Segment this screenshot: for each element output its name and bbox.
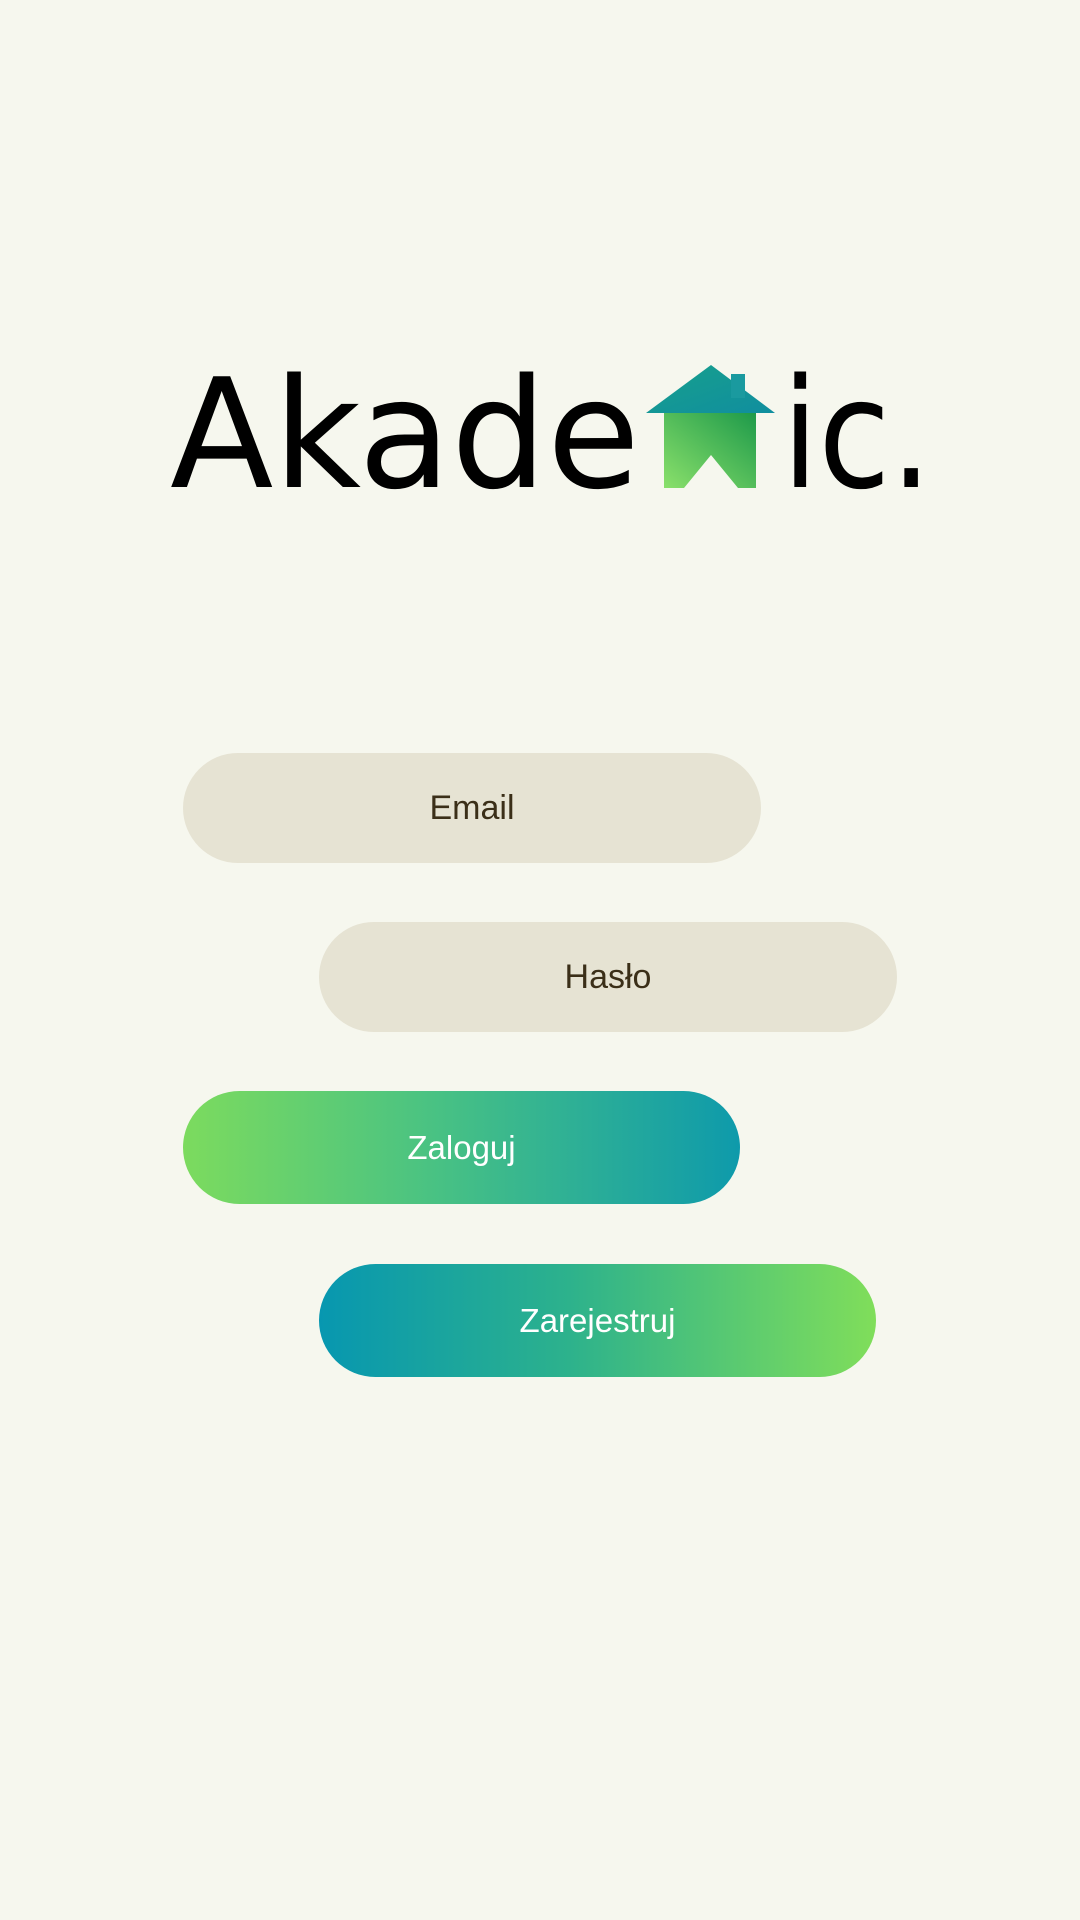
app-logo: Akade ic. xyxy=(170,360,940,500)
email-field-container xyxy=(183,752,761,864)
logo-text-start: Akade xyxy=(170,360,640,500)
house-icon xyxy=(646,365,775,488)
password-input[interactable] xyxy=(319,921,897,1033)
register-button[interactable]: Zarejestruj xyxy=(319,1264,876,1377)
login-button[interactable]: Zaloguj xyxy=(183,1091,740,1204)
logo-text-end: ic. xyxy=(782,360,932,500)
email-input[interactable] xyxy=(183,752,761,864)
password-field-container xyxy=(319,921,897,1033)
